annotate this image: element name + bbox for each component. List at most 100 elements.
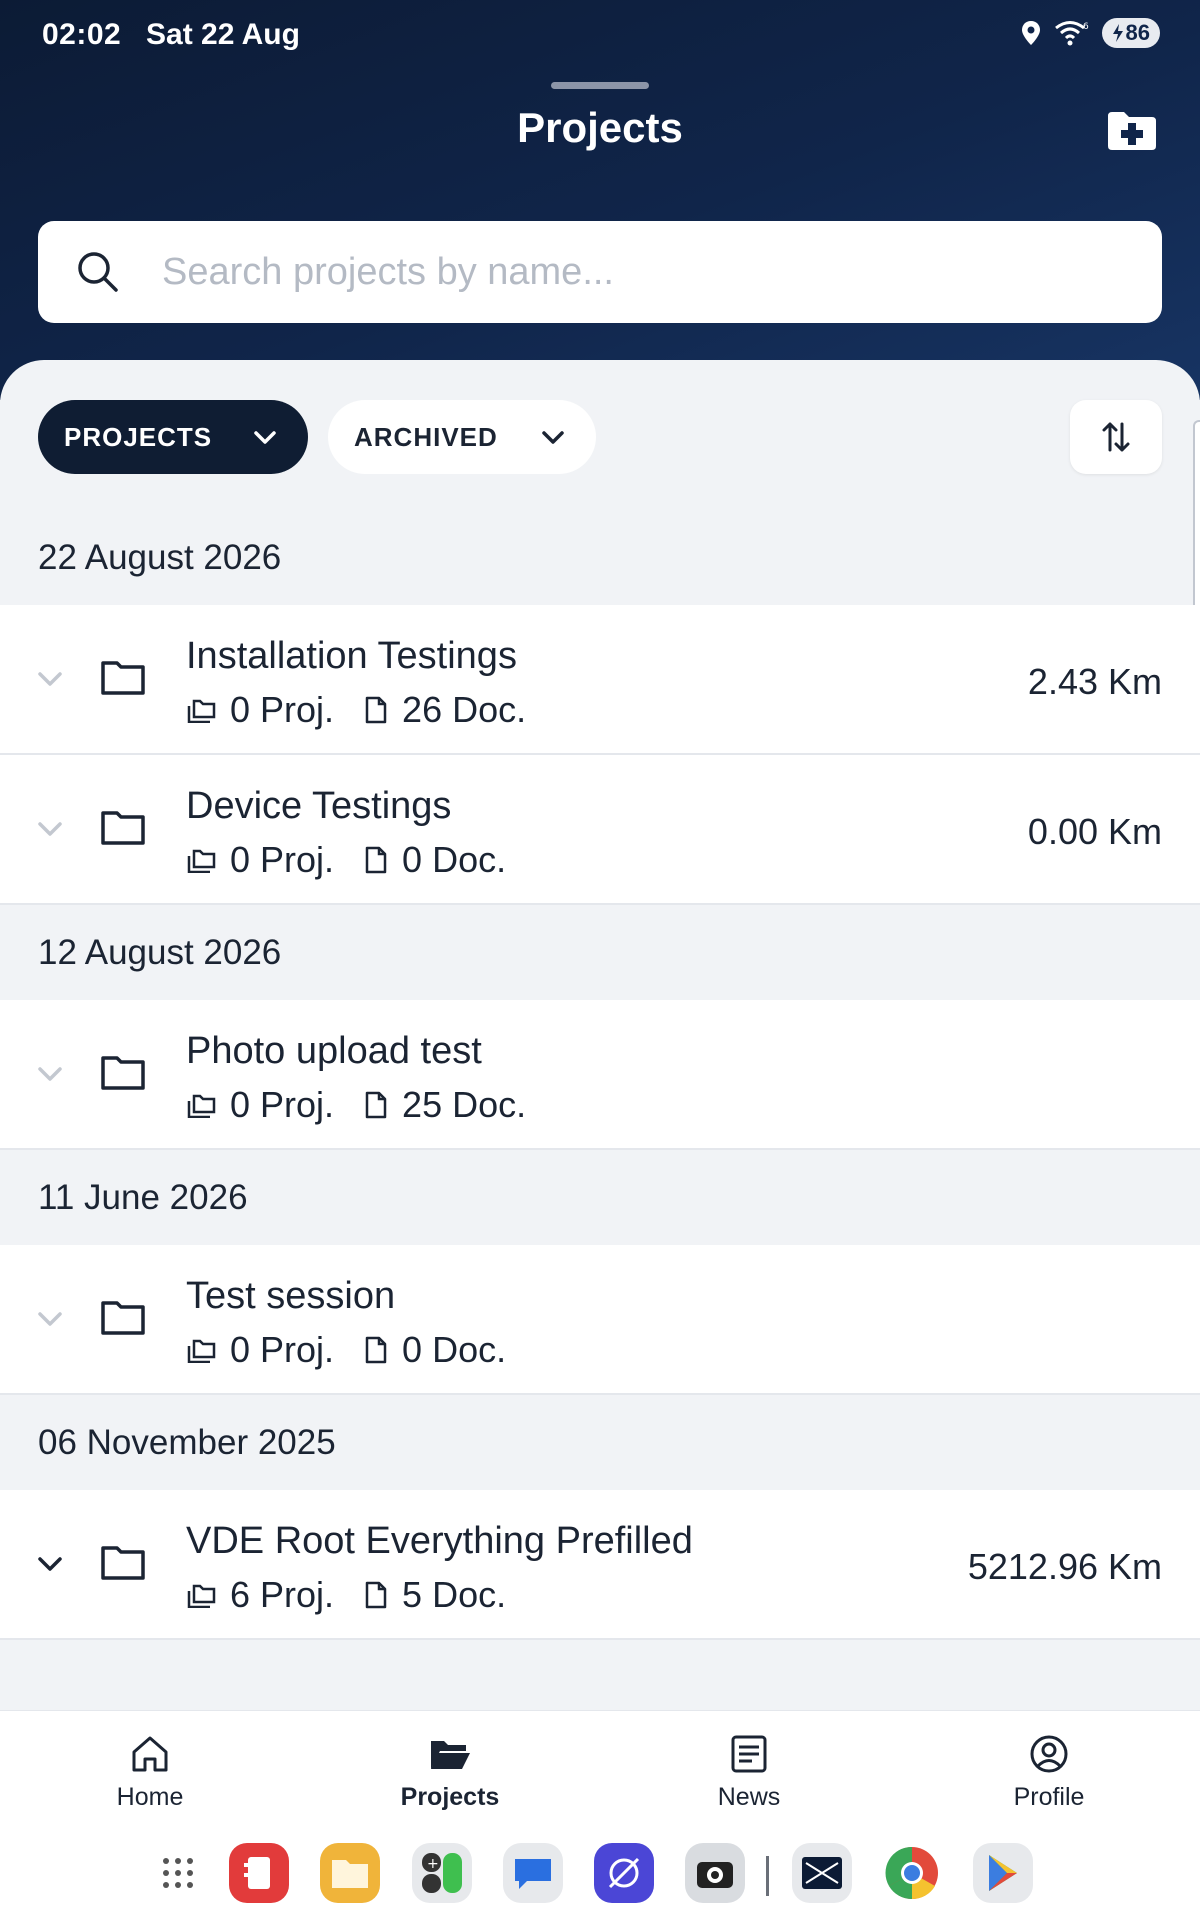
subprojects-icon bbox=[186, 1092, 230, 1118]
bottom-navigation: Home Projects News Profile bbox=[0, 1710, 1200, 1831]
chevron-down-icon bbox=[254, 431, 276, 444]
nav-news[interactable]: News bbox=[669, 1733, 829, 1812]
project-meta: 0 Proj. 0 Doc. bbox=[186, 839, 506, 881]
header: 02:02 Sat 22 Aug 6 86 Projects bbox=[0, 0, 1200, 400]
project-distance: 0.00 Km bbox=[1027, 811, 1162, 852]
project-count: 0 Proj. bbox=[230, 689, 335, 730]
messages-app-icon[interactable] bbox=[503, 1843, 563, 1903]
project-count: 0 Proj. bbox=[230, 1329, 335, 1370]
group-date-header: 12 August 2026 bbox=[38, 932, 282, 972]
folder-icon bbox=[100, 1297, 146, 1337]
system-dock: + bbox=[0, 1830, 1200, 1920]
nav-projects[interactable]: Projects bbox=[370, 1733, 530, 1812]
document-count: 25 Doc. bbox=[402, 1084, 527, 1125]
subprojects-icon bbox=[186, 697, 230, 723]
nav-home-label: Home bbox=[116, 1783, 184, 1811]
filter-bar: PROJECTS ARCHIVED bbox=[38, 400, 1162, 476]
document-count: 0 Doc. bbox=[402, 1329, 507, 1370]
wifi-icon: 6 bbox=[1054, 21, 1089, 46]
expand-chevron-icon[interactable] bbox=[36, 665, 64, 693]
dock-divider bbox=[766, 1856, 769, 1896]
document-icon bbox=[364, 1581, 402, 1609]
document-icon bbox=[364, 1091, 402, 1119]
project-name: Installation Testings bbox=[186, 635, 517, 677]
chevron-down-icon bbox=[542, 431, 564, 444]
chrome-app-icon[interactable] bbox=[882, 1843, 942, 1903]
project-name: VDE Root Everything Prefilled bbox=[186, 1520, 693, 1562]
archived-filter-label: ARCHIVED bbox=[354, 421, 498, 452]
add-folder-icon[interactable] bbox=[1106, 108, 1158, 152]
project-distance: 2.43 Km bbox=[1027, 661, 1162, 702]
expand-chevron-icon[interactable] bbox=[36, 1550, 64, 1578]
group-date-header: 22 August 2026 bbox=[38, 537, 282, 577]
group-date-header: 06 November 2025 bbox=[38, 1422, 336, 1462]
document-count: 26 Doc. bbox=[402, 689, 527, 730]
document-count: 0 Doc. bbox=[402, 839, 507, 880]
project-row[interactable]: Photo upload test 0 Proj. 25 Doc. bbox=[0, 1000, 1200, 1150]
subprojects-icon bbox=[186, 847, 230, 873]
play-store-app-icon[interactable] bbox=[973, 1843, 1033, 1903]
project-row[interactable]: Device Testings 0 Proj. 0 Doc. 0.00 Km bbox=[0, 755, 1200, 905]
sort-button[interactable] bbox=[1070, 400, 1162, 474]
project-name: Photo upload test bbox=[186, 1030, 482, 1072]
profile-icon bbox=[1030, 1735, 1068, 1773]
folder-icon bbox=[100, 657, 146, 697]
files-app-icon[interactable] bbox=[320, 1843, 380, 1903]
expand-chevron-icon[interactable] bbox=[36, 1305, 64, 1333]
document-count: 5 Doc. bbox=[402, 1574, 507, 1615]
project-count: 6 Proj. bbox=[230, 1574, 335, 1615]
document-icon bbox=[364, 1336, 402, 1364]
svg-text:6: 6 bbox=[1083, 22, 1089, 32]
nav-profile-label: Profile bbox=[1013, 1783, 1085, 1811]
charging-icon bbox=[1112, 24, 1123, 42]
projects-filter-label: PROJECTS bbox=[64, 421, 213, 452]
recent-app-icon[interactable] bbox=[792, 1843, 852, 1903]
project-count: 0 Proj. bbox=[230, 839, 335, 880]
subprojects-icon bbox=[186, 1337, 230, 1363]
subprojects-icon bbox=[186, 1582, 230, 1608]
project-row[interactable]: Test session 0 Proj. 0 Doc. bbox=[0, 1245, 1200, 1395]
search-bar[interactable] bbox=[38, 221, 1162, 323]
battery-indicator: 86 bbox=[1101, 18, 1160, 48]
camera-app-icon[interactable] bbox=[685, 1843, 745, 1903]
folder-icon bbox=[100, 807, 146, 847]
project-count: 0 Proj. bbox=[230, 1084, 335, 1125]
status-bar: 02:02 Sat 22 Aug 6 86 bbox=[0, 0, 1200, 74]
group-date-header: 11 June 2026 bbox=[38, 1177, 248, 1217]
project-name: Test session bbox=[186, 1275, 396, 1317]
search-input[interactable] bbox=[160, 249, 1124, 295]
project-meta: 6 Proj. 5 Doc. bbox=[186, 1574, 506, 1616]
nav-home[interactable]: Home bbox=[70, 1733, 230, 1812]
folder-icon bbox=[100, 1542, 146, 1582]
project-meta: 0 Proj. 26 Doc. bbox=[186, 689, 526, 731]
status-time: 02:02 bbox=[42, 18, 122, 51]
news-icon bbox=[731, 1735, 767, 1773]
browser-app-icon[interactable] bbox=[594, 1843, 654, 1903]
sort-icon bbox=[1102, 422, 1130, 452]
archived-filter-dropdown[interactable]: ARCHIVED bbox=[328, 400, 596, 474]
status-date: Sat 22 Aug bbox=[146, 18, 300, 51]
status-icons: 6 86 bbox=[1020, 18, 1160, 48]
nav-profile[interactable]: Profile bbox=[969, 1733, 1129, 1812]
expand-chevron-icon[interactable] bbox=[36, 815, 64, 843]
home-icon bbox=[132, 1736, 168, 1772]
expand-chevron-icon[interactable] bbox=[36, 1060, 64, 1088]
project-meta: 0 Proj. 25 Doc. bbox=[186, 1084, 526, 1126]
project-row[interactable]: Installation Testings 0 Proj. 26 Doc. 2.43 … bbox=[0, 605, 1200, 755]
project-row[interactable]: VDE Root Everything Prefilled 6 Proj. 5 Do… bbox=[0, 1490, 1200, 1640]
projects-filter-dropdown[interactable]: PROJECTS bbox=[38, 400, 308, 474]
location-icon bbox=[1021, 21, 1040, 45]
project-meta: 0 Proj. 0 Doc. bbox=[186, 1329, 506, 1371]
calculator-app-icon[interactable]: + bbox=[412, 1843, 472, 1903]
project-distance: 5212.96 Km bbox=[967, 1546, 1162, 1587]
nav-projects-label: Projects bbox=[400, 1783, 500, 1811]
battery-level: 86 bbox=[1125, 20, 1150, 45]
document-icon bbox=[364, 846, 402, 874]
project-name: Device Testings bbox=[186, 785, 452, 827]
folder-open-icon bbox=[431, 1741, 470, 1769]
app-drawer-icon[interactable] bbox=[148, 1843, 208, 1903]
document-icon bbox=[364, 696, 402, 724]
drag-handle[interactable] bbox=[551, 82, 649, 89]
svg-text:+: + bbox=[427, 1856, 439, 1872]
notes-app-icon[interactable] bbox=[229, 1843, 289, 1903]
